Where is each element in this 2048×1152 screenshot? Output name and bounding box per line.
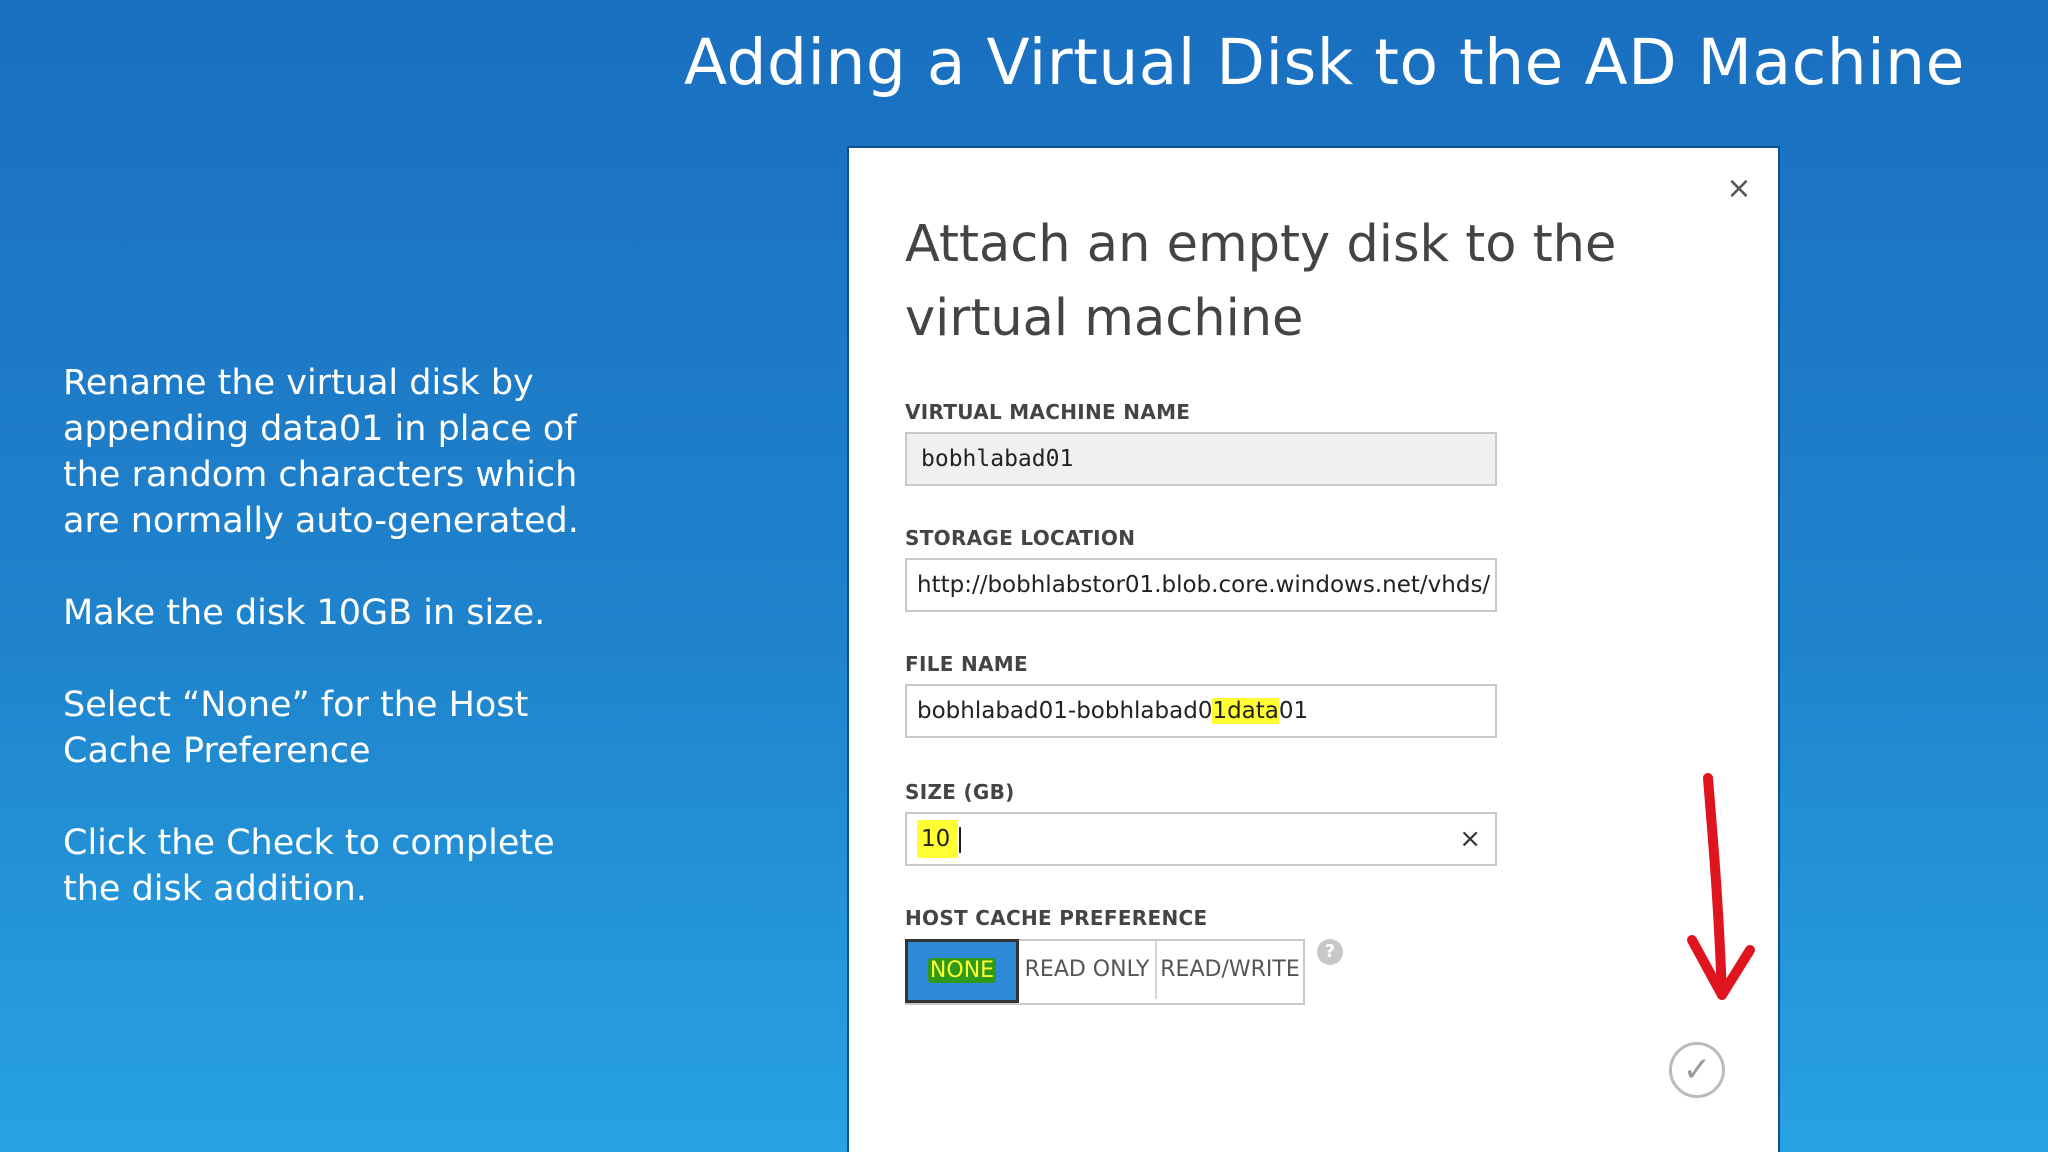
file-name-prefix: bobhlabad01-bobhlabad0 [917, 698, 1213, 724]
host-cache-label: HOST CACHE PREFERENCE [905, 906, 1208, 930]
instruction-notes: Rename the virtual disk by appending dat… [63, 360, 623, 958]
slide-title: Adding a Virtual Disk to the AD Machine [684, 26, 1965, 99]
file-name-field[interactable]: bobhlabad01-bobhlabad01data01 [905, 684, 1497, 738]
vm-name-label: VIRTUAL MACHINE NAME [905, 400, 1191, 424]
host-cache-option-read-write[interactable]: READ/WRITE [1157, 941, 1303, 999]
size-value: 10 [917, 820, 959, 858]
help-icon[interactable]: ? [1317, 939, 1343, 965]
note-cache: Select “None” for the Host Cache Prefere… [63, 685, 529, 771]
file-name-label: FILE NAME [905, 652, 1028, 676]
note-check: Click the Check to complete the disk add… [63, 823, 555, 909]
host-cache-selector: NONE READ ONLY READ/WRITE [905, 939, 1305, 1005]
clear-icon[interactable]: × [1459, 814, 1481, 864]
attach-disk-dialog: × Attach an empty disk to the virtual ma… [849, 148, 1778, 1152]
checkmark-icon[interactable]: ✓ [1669, 1042, 1725, 1098]
size-field[interactable]: 10 × [905, 812, 1497, 866]
dialog-title: Attach an empty disk to the virtual mach… [905, 215, 1617, 348]
host-cache-option-read-only[interactable]: READ ONLY [1019, 941, 1157, 999]
storage-location-label: STORAGE LOCATION [905, 526, 1136, 550]
host-cache-option-none[interactable]: NONE [905, 939, 1019, 1003]
size-label: SIZE (GB) [905, 780, 1015, 804]
note-size: Make the disk 10GB in size. [63, 593, 546, 633]
vm-name-field: bobhlabad01 [905, 432, 1497, 486]
storage-location-field[interactable]: http://bobhlabstor01.blob.core.windows.n… [905, 558, 1497, 612]
note-rename: Rename the virtual disk by appending dat… [63, 363, 579, 541]
red-arrow-annotation [1687, 773, 1755, 1000]
file-name-suffix: 01 [1278, 698, 1309, 724]
text-caret [959, 826, 962, 853]
file-name-highlight: 1data [1212, 698, 1279, 724]
option-none-label: NONE [927, 958, 997, 983]
close-icon[interactable]: × [1724, 174, 1754, 204]
